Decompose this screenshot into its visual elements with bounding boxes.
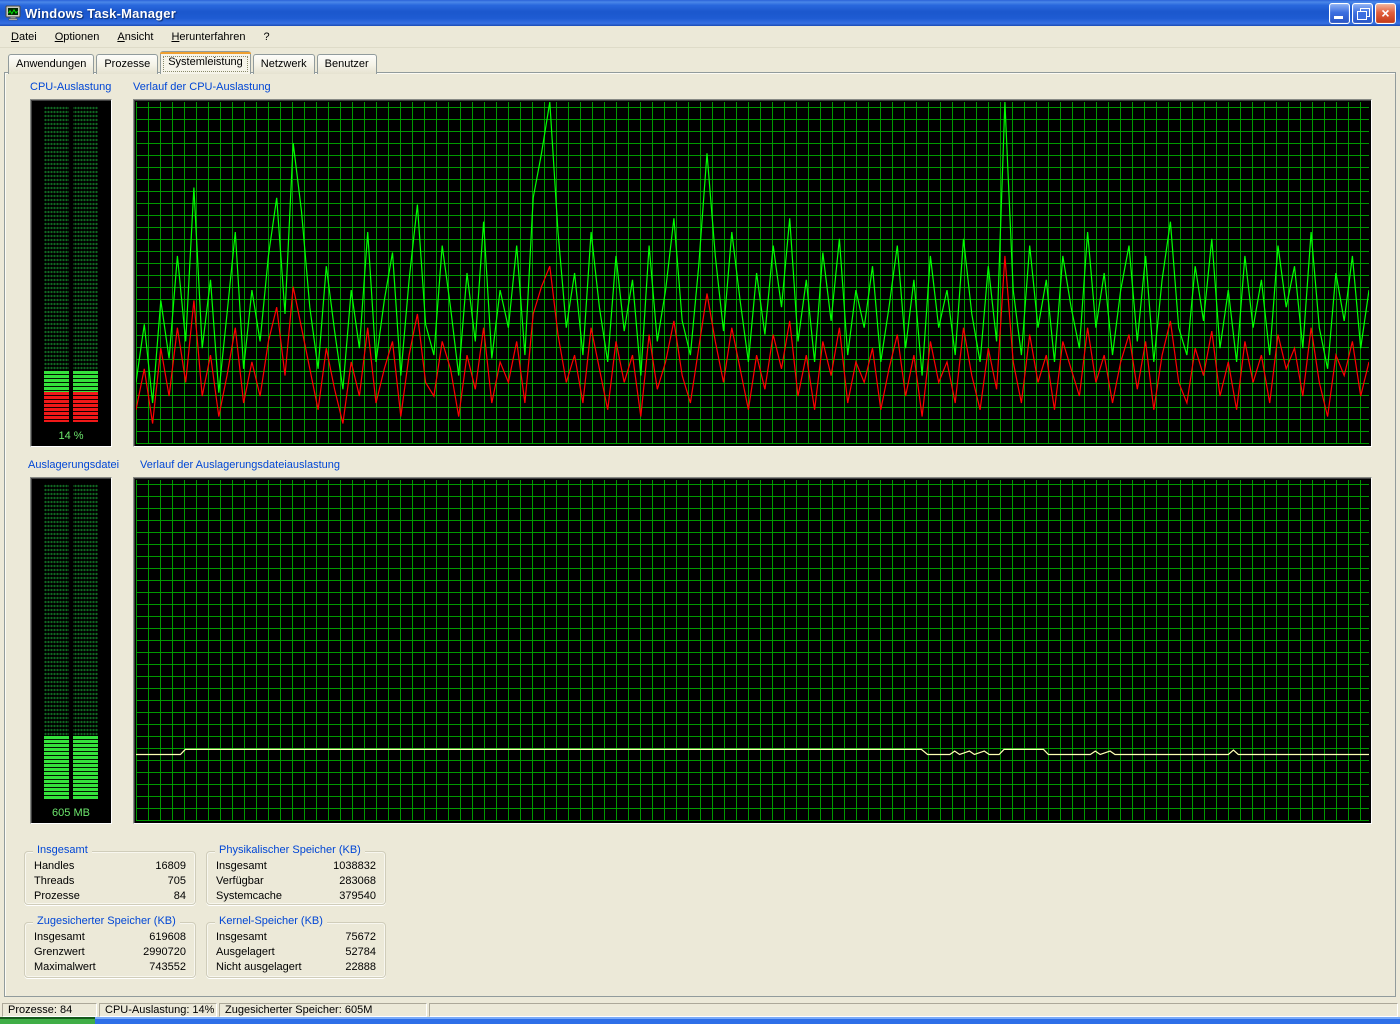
stat-value: 2990720 <box>143 945 186 960</box>
statusbar: Prozesse: 84 CPU-Auslastung: 14% Zugesic… <box>0 1002 1400 1017</box>
stat-label: Insgesamt <box>216 930 267 945</box>
group-kernel-memory: Kernel-Speicher (KB) Insgesamt75672 Ausg… <box>206 922 386 978</box>
pagefile-history-line <box>136 480 1369 821</box>
cpu-gauge-value: 14 % <box>31 430 111 442</box>
stat-label: Prozesse <box>34 889 80 904</box>
pagefile-history-plot <box>136 480 1369 821</box>
stat-value: 705 <box>168 874 186 889</box>
tab-anwendungen[interactable]: Anwendungen <box>8 54 94 74</box>
group-commit-charge: Zugesicherter Speicher (KB) Insgesamt619… <box>24 922 196 978</box>
cpu-history-plot <box>136 102 1369 444</box>
menu-item-optionen[interactable]: Optionen <box>46 28 109 46</box>
pagefile-gauge-label: Auslagerungsdatei <box>28 459 119 471</box>
pagefile-gauge-led-area <box>44 484 98 799</box>
cpu-gauge-led-area <box>44 106 98 422</box>
stat-label: Handles <box>34 859 74 874</box>
pagefile-history-graph <box>133 477 1372 824</box>
cpu-history-graph <box>133 99 1372 447</box>
menu-item-herunterfahren[interactable]: Herunterfahren <box>162 28 254 46</box>
start-button-edge[interactable] <box>0 1017 95 1024</box>
tab-benutzer[interactable]: Benutzer <box>317 54 377 74</box>
menubar: Datei Optionen Ansicht Herunterfahren ? <box>0 26 1400 48</box>
taskbar-strip <box>95 1017 1400 1024</box>
pagefile-gauge-divider <box>69 484 73 799</box>
stat-value: 283068 <box>339 874 376 889</box>
group-kernel-memory-title: Kernel-Speicher (KB) <box>215 915 327 927</box>
cpu-gauge-divider <box>69 106 73 422</box>
status-filler <box>429 1003 1398 1017</box>
status-cpu-usage: CPU-Auslastung: 14% <box>99 1003 217 1017</box>
menu-item-datei[interactable]: Datei <box>2 28 46 46</box>
group-physical-memory: Physikalischer Speicher (KB) Insgesamt10… <box>206 851 386 905</box>
status-processes: Prozesse: 84 <box>2 1003 97 1017</box>
stat-label: Systemcache <box>216 889 282 904</box>
close-button[interactable]: × <box>1375 3 1396 24</box>
tab-netzwerk[interactable]: Netzwerk <box>253 54 315 74</box>
group-commit-charge-title: Zugesicherter Speicher (KB) <box>33 915 180 927</box>
stat-value: 1038832 <box>333 859 376 874</box>
group-totals: Insgesamt Handles16809 Threads705 Prozes… <box>24 851 196 905</box>
stat-label: Insgesamt <box>216 859 267 874</box>
stat-label: Maximalwert <box>34 960 96 975</box>
stat-label: Threads <box>34 874 74 889</box>
pagefile-history-label: Verlauf der Auslagerungsdateiauslastung <box>140 459 340 471</box>
stat-label: Insgesamt <box>34 930 85 945</box>
cpu-gauge-label: CPU-Auslastung <box>30 81 111 93</box>
cpu-history-label: Verlauf der CPU-Auslastung <box>133 81 271 93</box>
menu-item-ansicht[interactable]: Ansicht <box>108 28 162 46</box>
taskbar-edge <box>0 1017 1400 1024</box>
stat-value: 75672 <box>345 930 376 945</box>
tab-systemleistung[interactable]: Systemleistung <box>160 51 251 74</box>
tab-prozesse[interactable]: Prozesse <box>96 54 158 74</box>
app-icon <box>5 5 21 21</box>
stat-value: 16809 <box>155 859 186 874</box>
stat-value: 84 <box>174 889 186 904</box>
stat-label: Nicht ausgelagert <box>216 960 302 975</box>
stat-value: 22888 <box>345 960 376 975</box>
tabstrip: Anwendungen Prozesse Systemleistung Netz… <box>8 51 379 74</box>
pagefile-gauge: 605 MB <box>30 477 112 824</box>
stat-value: 619608 <box>149 930 186 945</box>
window-title: Windows Task-Manager <box>25 6 176 21</box>
restore-button[interactable] <box>1352 3 1373 24</box>
window-controls: × <box>1329 3 1396 24</box>
titlebar: Windows Task-Manager × <box>0 0 1400 26</box>
pagefile-gauge-value: 605 MB <box>31 807 111 819</box>
cpu-gauge: 14 % <box>30 99 112 447</box>
stat-label: Grenzwert <box>34 945 85 960</box>
minimize-button[interactable] <box>1329 3 1350 24</box>
stat-label: Ausgelagert <box>216 945 275 960</box>
group-physical-memory-title: Physikalischer Speicher (KB) <box>215 844 365 856</box>
stat-value: 743552 <box>149 960 186 975</box>
stat-label: Verfügbar <box>216 874 264 889</box>
cpu-history-lines <box>136 102 1369 444</box>
menu-item-hilfe[interactable]: ? <box>254 28 278 46</box>
status-commit-charge: Zugesicherter Speicher: 605M <box>219 1003 427 1017</box>
stat-value: 379540 <box>339 889 376 904</box>
group-totals-title: Insgesamt <box>33 844 92 856</box>
stat-value: 52784 <box>345 945 376 960</box>
